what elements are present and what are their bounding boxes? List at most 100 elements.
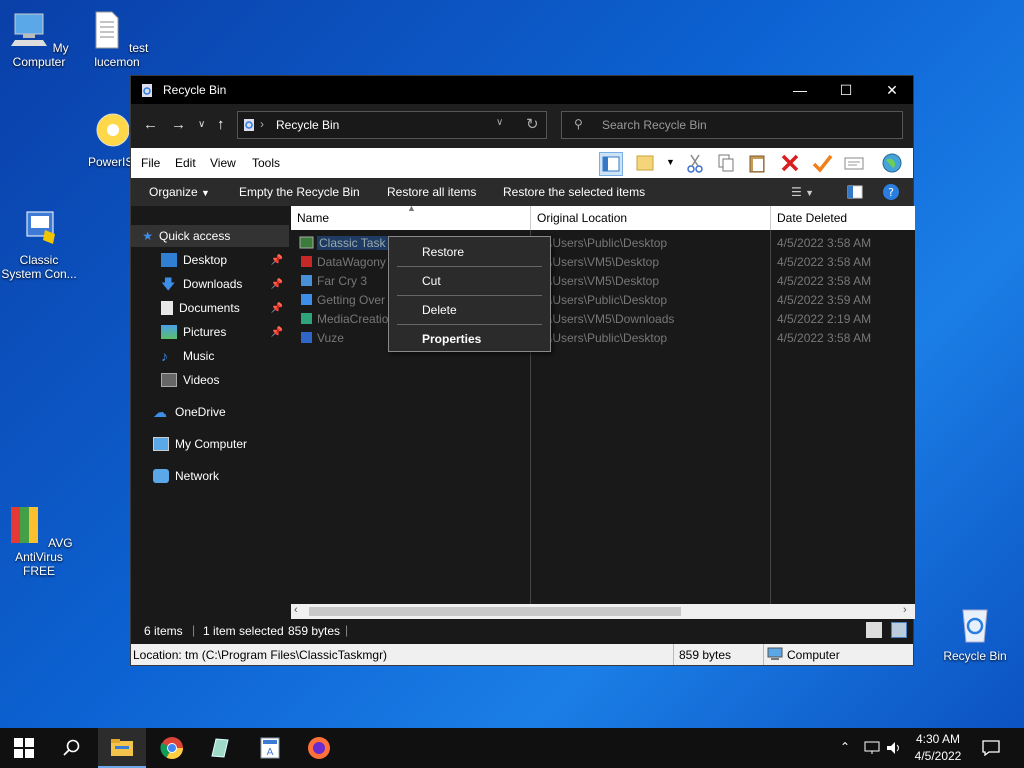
restore-all-button[interactable]: Restore all items [387,185,476,199]
cut-icon[interactable] [684,152,706,174]
menu-item-cut[interactable]: Cut [422,274,441,288]
nav-videos[interactable]: Videos [131,369,289,391]
globe-icon[interactable] [881,152,903,174]
forward-arrow-icon[interactable]: → [171,116,186,133]
taskbar-firefox[interactable] [295,728,343,768]
checkmark-icon[interactable] [811,152,833,174]
preview-pane-icon[interactable] [599,152,623,176]
notification-icon[interactable] [982,740,1000,756]
menu-view[interactable]: View [210,156,236,170]
table-row[interactable]: Vuze C:\Users\Public\Desktop 4/5/2022 3:… [291,328,915,347]
videos-icon [161,373,177,387]
nav-quick-access[interactable]: ★ Quick access [131,225,289,247]
menu-edit[interactable]: Edit [175,156,196,170]
desktop-icon-my-computer[interactable]: My Computer [0,10,78,69]
empty-recycle-bin-button[interactable]: Empty the Recycle Bin [239,185,360,199]
taskbar-file-explorer[interactable] [98,728,146,768]
menu-item-properties[interactable]: Properties [422,332,481,346]
command-bar: Organize ▼ Empty the Recycle Bin Restore… [131,178,913,206]
nav-label: Music [183,349,215,363]
desktop-icon-classic-system[interactable]: Classic System Con... [0,208,78,281]
menu-file[interactable]: File [141,156,160,170]
chevron-down-icon: ▼ [201,188,210,198]
large-icons-view-icon[interactable] [891,622,907,638]
clock-time: 4:30 AM [915,732,961,746]
nav-desktop[interactable]: Desktop 📌 [131,249,289,271]
nav-network[interactable]: Network [131,465,289,487]
recycle-bin-icon [962,609,988,643]
nav-pictures[interactable]: Pictures 📌 [131,321,289,343]
details-view-icon[interactable] [866,622,882,638]
folder-options-icon[interactable] [634,152,656,174]
column-original-location[interactable]: Original Location [537,211,627,225]
network-tray-icon[interactable] [864,741,880,755]
recent-chevron-icon[interactable]: ∨ [198,119,205,130]
options-dropdown-icon[interactable]: ▼ [666,157,675,167]
taskbar-wordpad[interactable]: A [246,728,294,768]
nav-downloads[interactable]: 🡇 Downloads 📌 [131,273,289,295]
clock[interactable]: 4:30 AM 4/5/2022 [908,731,968,765]
table-row[interactable]: Far Cry 3 C:\Users\VM5\Desktop 4/5/2022 … [291,271,915,290]
text-file-icon [95,11,119,49]
address-bar[interactable]: › Recycle Bin ∨ ↻ [237,111,547,139]
help-icon[interactable]: ? [883,184,899,203]
glass-app-icon [211,738,229,758]
media-creation-icon [301,313,312,324]
search-button[interactable] [48,728,96,768]
address-dropdown-icon[interactable]: ∨ [496,117,503,128]
volume-icon[interactable] [886,741,902,755]
navigation-pane: ★ Quick access Desktop 📌 🡇 Downloads 📌 Docu… [131,206,289,619]
tray-chevron-icon[interactable]: ⌃ [840,740,850,754]
organize-button[interactable]: Organize ▼ [149,185,210,199]
menu-item-delete[interactable]: Delete [422,303,457,317]
column-date-deleted[interactable]: Date Deleted [777,211,847,225]
desktop-icon-avg[interactable]: AVG AntiVirus FREE [0,505,78,578]
close-button[interactable]: ✕ [869,76,915,104]
nav-documents[interactable]: Documents 📌 [131,297,289,319]
table-row[interactable]: DataWagony C:\Users\VM5\Desktop 4/5/2022… [291,252,915,271]
zone-text: Computer [787,648,840,662]
svg-text:?: ? [888,186,894,199]
nav-label: Pictures [183,325,227,339]
horizontal-scrollbar[interactable]: ‹ › [291,604,915,619]
table-row[interactable]: Getting Over C:\Users\Public\Desktop 4/5… [291,290,915,309]
delete-icon[interactable] [779,152,801,174]
avg-icon [11,507,39,543]
restore-selected-button[interactable]: Restore the selected items [503,185,645,199]
paste-icon[interactable] [746,152,768,174]
start-button[interactable] [0,728,48,768]
taskbar-app[interactable] [196,728,244,768]
properties-icon[interactable] [843,152,865,174]
desktop-icon-label: Classic System Con... [1,253,77,281]
scroll-right-icon[interactable]: › [903,604,907,616]
scroll-thumb[interactable] [309,607,681,616]
desktop-icon-test-lucemon[interactable]: test lucemon [78,10,156,69]
column-name[interactable]: Name [297,211,329,225]
nav-music[interactable]: ♪ Music [131,345,289,367]
table-row[interactable]: MediaCreatio C:\Users\VM5\Downloads 4/5/… [291,309,915,328]
search-box[interactable]: ⚲ Search Recycle Bin [561,111,903,139]
nav-my-computer[interactable]: My Computer [131,433,289,455]
desktop-icon-recycle-bin[interactable]: Recycle Bin [936,604,1014,663]
minimize-button[interactable]: — [777,76,823,104]
up-arrow-icon[interactable]: ↑ [217,116,225,133]
copy-icon[interactable] [715,152,737,174]
app-icon [301,256,312,267]
view-options-icon[interactable]: ☰ ▼ [791,185,814,199]
scroll-left-icon[interactable]: ‹ [294,604,298,616]
computer-icon [767,647,783,660]
nav-label: Quick access [159,229,231,243]
title-bar[interactable]: Recycle Bin — ☐ ✕ [131,76,913,104]
back-arrow-icon[interactable]: ← [143,116,158,133]
file-list[interactable]: Name ▲ Original Location Date Deleted Cl… [291,203,915,604]
maximize-button[interactable]: ☐ [823,76,869,104]
desktop-icon-poweris[interactable]: PowerIS [88,110,130,169]
taskbar-chrome[interactable] [148,728,196,768]
menu-tools[interactable]: Tools [252,156,280,170]
refresh-icon[interactable]: ↻ [526,115,539,133]
firefox-icon [308,737,330,759]
preview-pane-toggle-icon[interactable] [847,185,863,202]
menu-item-restore[interactable]: Restore [422,245,464,259]
nav-onedrive[interactable]: ☁ OneDrive [131,401,289,423]
table-row[interactable]: Classic Task M C:\Users\Public\Desktop 4… [291,233,915,252]
